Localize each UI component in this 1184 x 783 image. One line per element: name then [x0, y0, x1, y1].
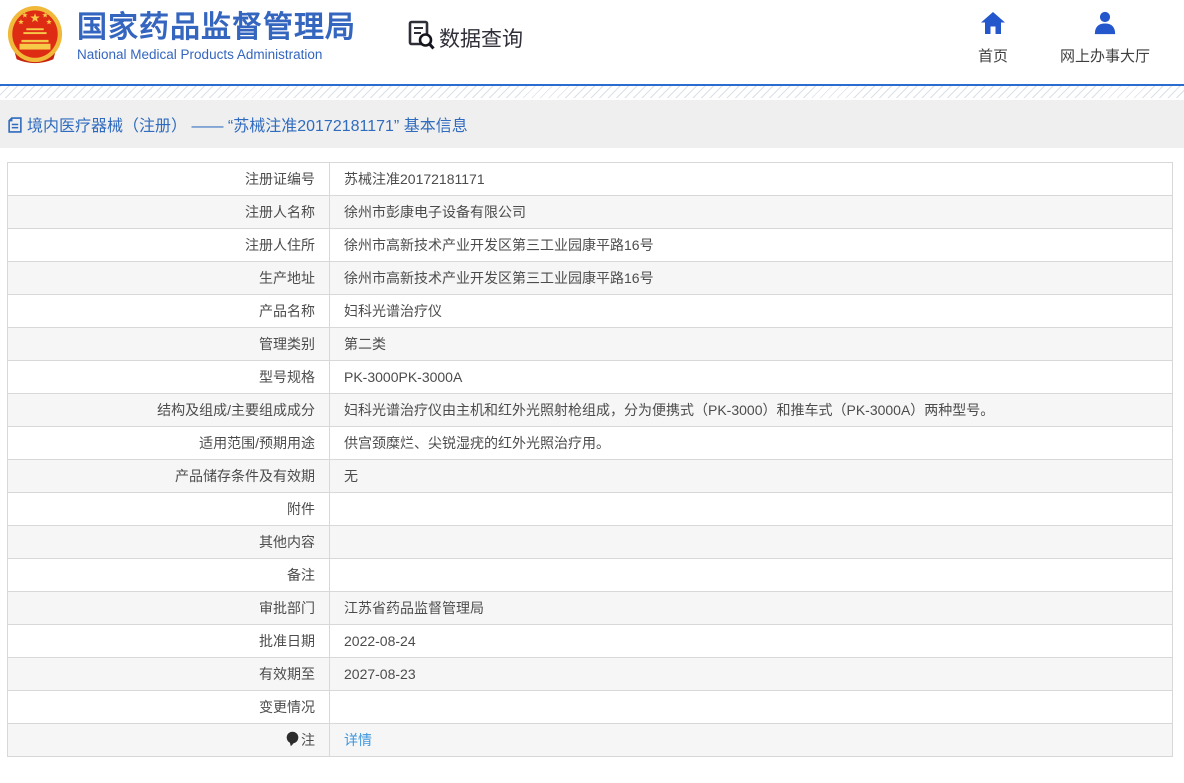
field-value: 无	[329, 459, 1173, 493]
field-value: 妇科光谱治疗仪	[329, 294, 1173, 328]
field-value: 妇科光谱治疗仪由主机和红外光照射枪组成，分为便携式（PK-3000）和推车式（P…	[329, 393, 1173, 427]
field-label: 备注	[7, 558, 330, 592]
field-value	[329, 690, 1173, 724]
field-value: 徐州市高新技术产业开发区第三工业园康平路16号	[329, 228, 1173, 262]
field-value: 江苏省药品监督管理局	[329, 591, 1173, 625]
table-row: 产品储存条件及有效期 无	[7, 459, 1173, 493]
data-query-section-title: 数据查询	[408, 20, 523, 56]
bulb-icon	[286, 731, 299, 750]
detail-link[interactable]: 详情	[344, 732, 372, 748]
nav-online-hall-label: 网上办事大厅	[1059, 48, 1150, 65]
document-icon	[8, 116, 22, 133]
site-title: 国家药品监督管理局	[77, 11, 356, 44]
table-row: 产品名称 妇科光谱治疗仪	[7, 294, 1173, 328]
table-row: 生产地址 徐州市高新技术产业开发区第三工业园康平路16号	[7, 261, 1173, 295]
table-row: 批准日期 2022-08-24	[7, 624, 1173, 658]
data-query-label: 数据查询	[439, 28, 523, 51]
table-row: 审批部门 江苏省药品监督管理局	[7, 591, 1173, 625]
table-row: 适用范围/预期用途 供宫颈糜烂、尖锐湿疣的红外光照治疗用。	[7, 426, 1173, 460]
field-label: 注册人住所	[7, 228, 330, 262]
table-row: 有效期至 2027-08-23	[7, 657, 1173, 691]
table-row: 型号规格 PK-3000PK-3000A	[7, 360, 1173, 394]
table-row: 其他内容	[7, 525, 1173, 559]
field-label: 注册证编号	[7, 162, 330, 196]
decorative-stripe-band	[0, 86, 1184, 98]
registration-info-table: 注册证编号 苏械注准20172181171 注册人名称 徐州市彭康电子设备有限公…	[7, 162, 1173, 757]
field-label: 附件	[7, 492, 330, 526]
breadcrumb: 境内医疗器械（注册） —— “苏械注准20172181171” 基本信息	[0, 100, 1184, 148]
nav-online-hall[interactable]: 网上办事大厅	[1060, 11, 1150, 66]
table-row: 结构及组成/主要组成成分 妇科光谱治疗仪由主机和红外光照射枪组成，分为便携式（P…	[7, 393, 1173, 427]
field-label: 结构及组成/主要组成成分	[7, 393, 330, 427]
home-icon	[980, 11, 1006, 39]
national-emblem-logo	[6, 5, 64, 67]
note-label: 注	[301, 732, 315, 748]
field-label-note: 注	[7, 723, 330, 757]
field-value	[329, 525, 1173, 559]
table-row: 注 详情	[7, 723, 1173, 757]
field-label: 变更情况	[7, 690, 330, 724]
field-label: 生产地址	[7, 261, 330, 295]
site-subtitle: National Medical Products Administration	[77, 47, 323, 62]
field-label: 型号规格	[7, 360, 330, 394]
field-value: 苏械注准20172181171	[329, 162, 1173, 196]
table-row: 注册证编号 苏械注准20172181171	[7, 162, 1173, 196]
document-search-icon	[408, 20, 435, 56]
field-label: 适用范围/预期用途	[7, 426, 330, 460]
table-row: 注册人名称 徐州市彭康电子设备有限公司	[7, 195, 1173, 229]
field-value	[329, 558, 1173, 592]
field-value: 2027-08-23	[329, 657, 1173, 691]
field-label: 审批部门	[7, 591, 330, 625]
breadcrumb-text: 境内医疗器械（注册） —— “苏械注准20172181171” 基本信息	[27, 118, 468, 135]
field-value: PK-3000PK-3000A	[329, 360, 1173, 394]
field-value: 2022-08-24	[329, 624, 1173, 658]
field-value	[329, 492, 1173, 526]
field-value: 徐州市彭康电子设备有限公司	[329, 195, 1173, 229]
table-row: 注册人住所 徐州市高新技术产业开发区第三工业园康平路16号	[7, 228, 1173, 262]
field-value-note: 详情	[329, 723, 1173, 757]
field-label: 批准日期	[7, 624, 330, 658]
table-row: 管理类别 第二类	[7, 327, 1173, 361]
field-label: 有效期至	[7, 657, 330, 691]
site-title-block: 国家药品监督管理局 National Medical Products Admi…	[77, 11, 356, 62]
table-row: 备注	[7, 558, 1173, 592]
field-value: 供宫颈糜烂、尖锐湿疣的红外光照治疗用。	[329, 426, 1173, 460]
field-label: 其他内容	[7, 525, 330, 559]
nav-home-label: 首页	[977, 48, 1008, 65]
site-header: 国家药品监督管理局 National Medical Products Admi…	[0, 0, 1184, 86]
field-value: 第二类	[329, 327, 1173, 361]
field-label: 注册人名称	[7, 195, 330, 229]
field-label: 产品储存条件及有效期	[7, 459, 330, 493]
field-value: 徐州市高新技术产业开发区第三工业园康平路16号	[329, 261, 1173, 295]
nav-home[interactable]: 首页	[978, 11, 1008, 66]
field-label: 管理类别	[7, 327, 330, 361]
table-row: 变更情况	[7, 690, 1173, 724]
field-label: 产品名称	[7, 294, 330, 328]
table-row: 附件	[7, 492, 1173, 526]
user-icon	[1092, 11, 1118, 39]
header-nav: 首页 网上办事大厅	[978, 11, 1150, 66]
